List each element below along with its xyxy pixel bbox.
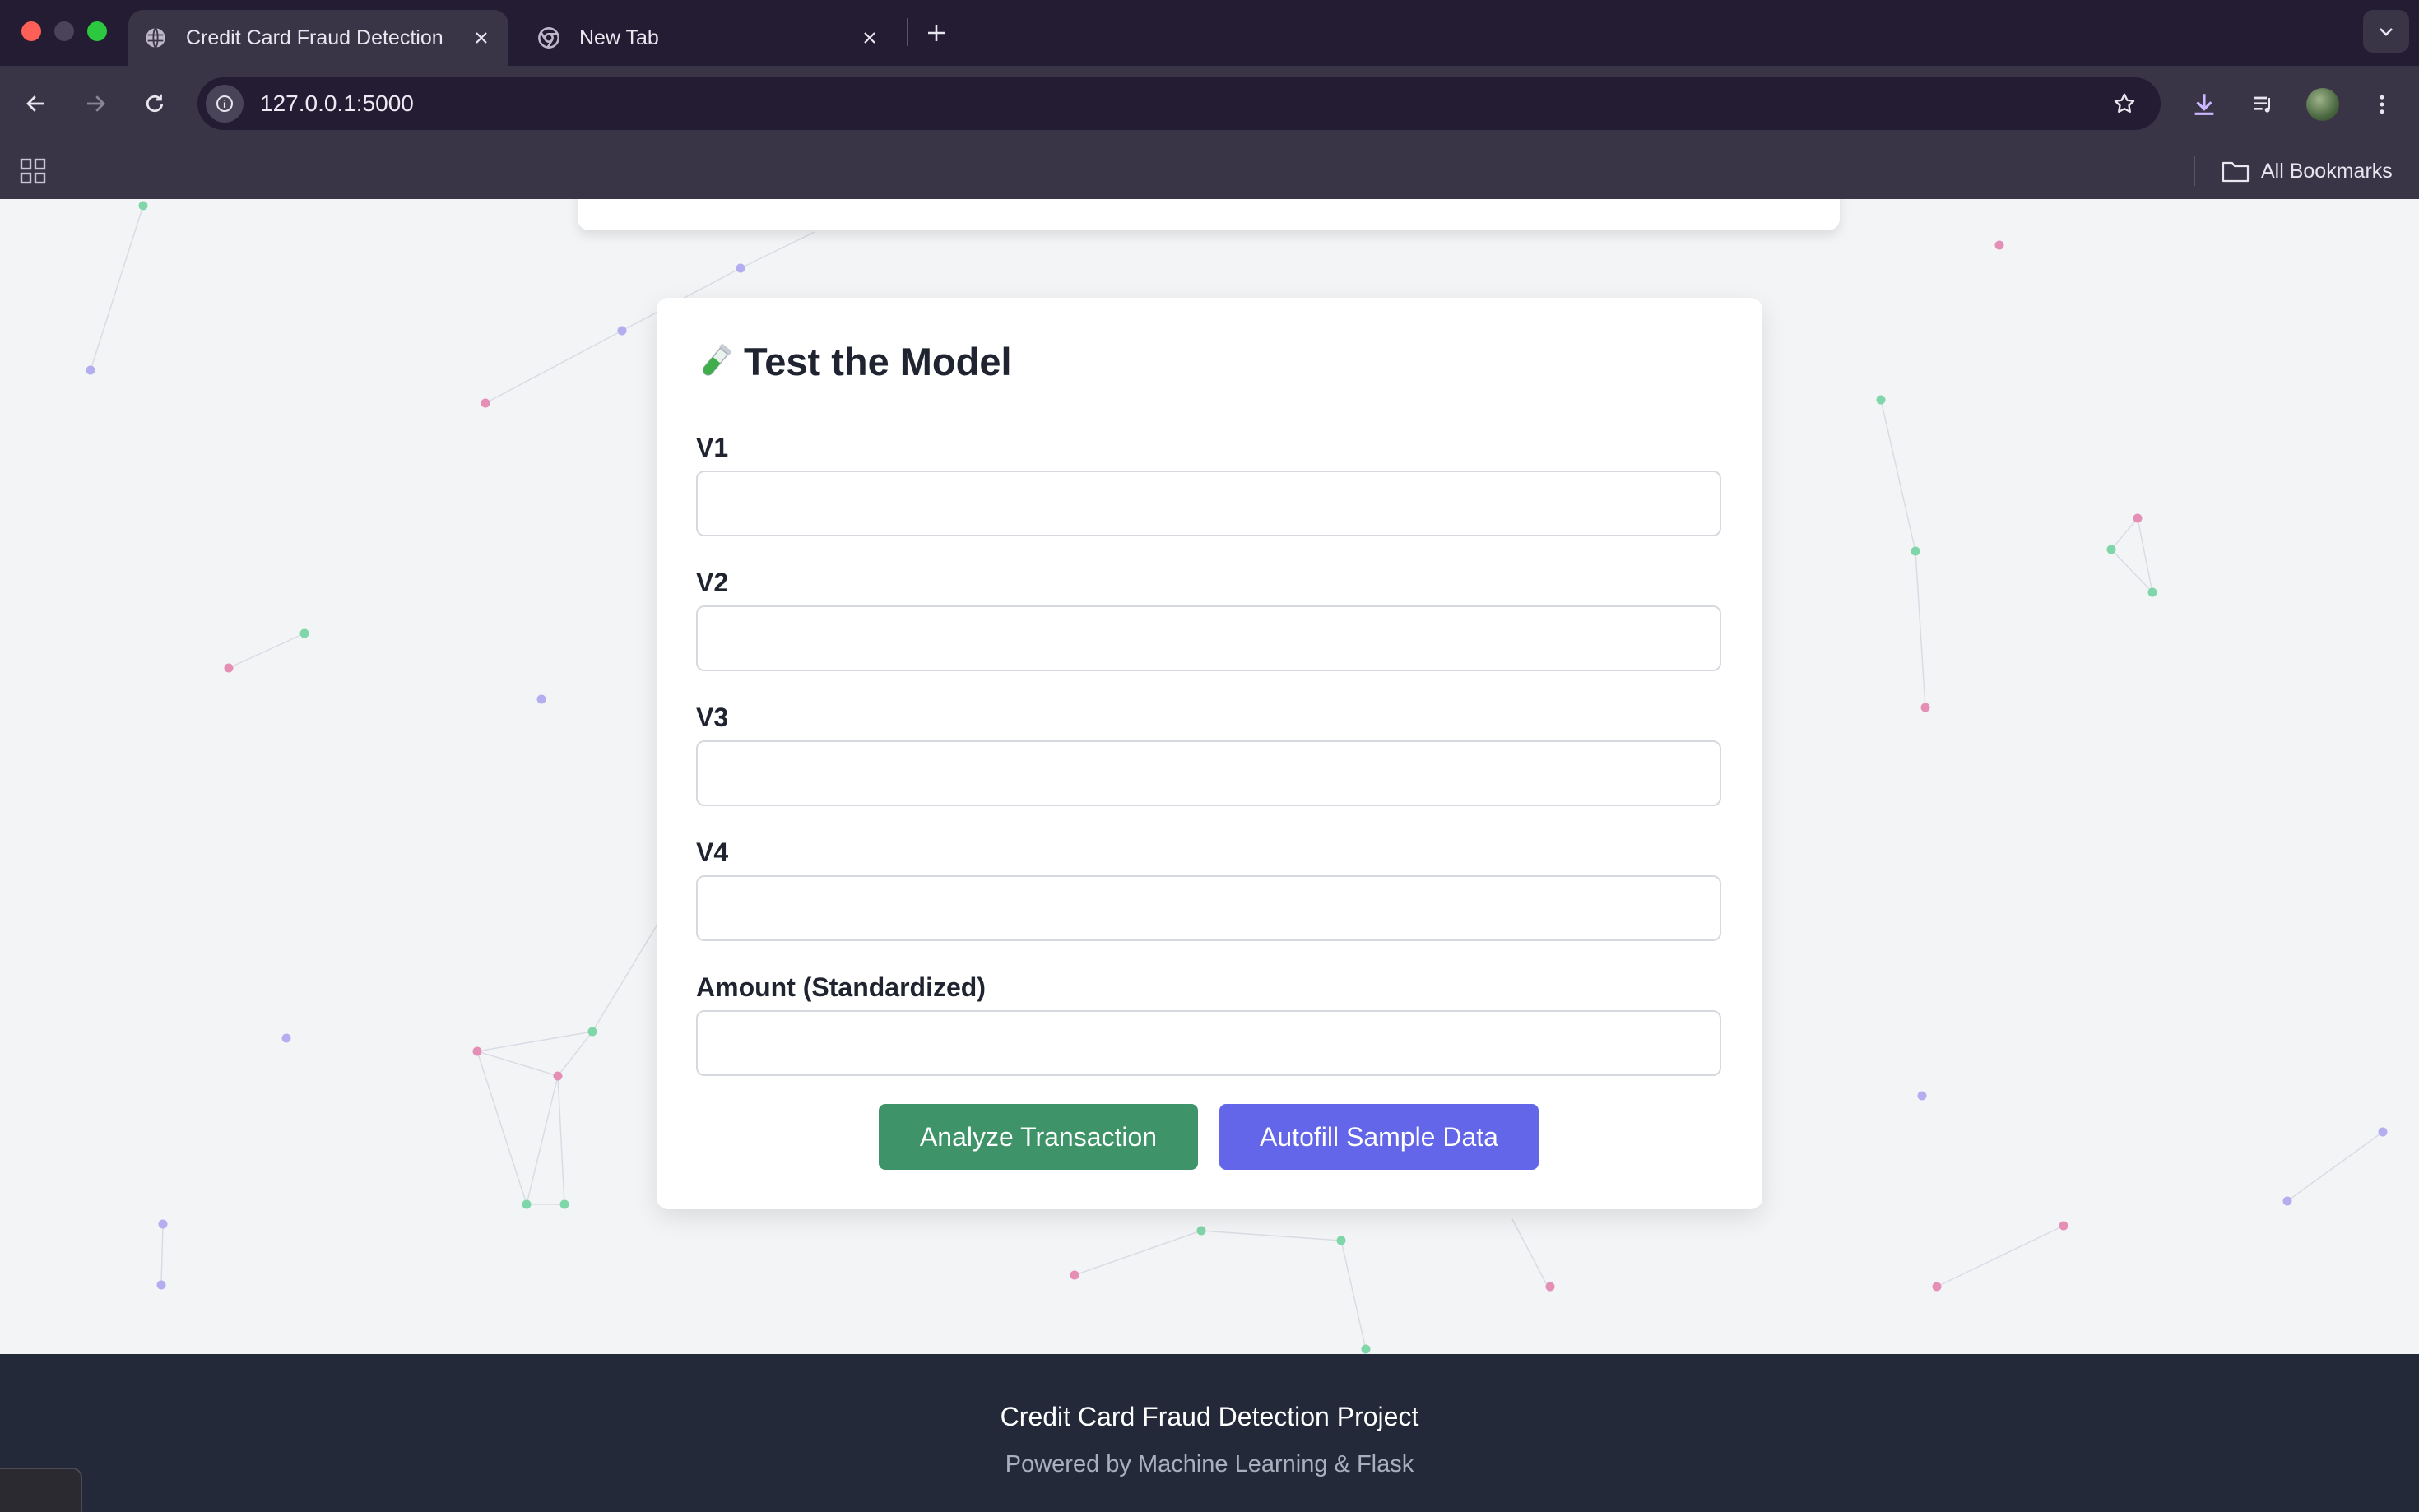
address-url: 127.0.0.1:5000 [260,90,414,116]
tab-credit-card-fraud-detection[interactable]: Credit Card Fraud Detection [128,10,508,66]
page-viewport[interactable]: Test the Model V1 V2 V3 V4 Amount (Stand… [0,199,2419,1512]
amount-input[interactable] [696,1010,1721,1076]
window-maximize-button[interactable] [87,21,107,41]
browser-titlebar: Credit Card Fraud Detection New Tab [0,0,2419,66]
all-bookmarks-button[interactable]: All Bookmarks [2222,155,2393,188]
tab-search-button[interactable] [2363,10,2409,53]
v1-input[interactable] [696,471,1721,536]
more-vertical-icon [2380,95,2384,114]
footer-title: Credit Card Fraud Detection Project [1000,1402,1419,1431]
reload-icon [146,94,164,113]
v2-input[interactable] [696,605,1721,671]
card-title-text: Test the Model [744,340,1012,383]
chevron-down-icon [2380,28,2393,36]
window-close-button[interactable] [21,21,41,41]
bookmarks-divider [2194,156,2195,186]
v4-input[interactable] [696,875,1721,941]
analyze-transaction-button[interactable]: Analyze Transaction [879,1104,1198,1170]
chrome-icon [536,26,561,50]
back-button[interactable] [16,84,56,123]
tab-title: Credit Card Fraud Detection [186,26,443,49]
download-icon [2194,94,2214,115]
bookmark-star-icon[interactable] [2106,86,2143,122]
profile-button[interactable] [2302,84,2343,125]
tab-new-tab[interactable]: New Tab [522,10,897,66]
forward-button[interactable] [76,84,115,123]
v4-label: V4 [696,837,729,867]
all-bookmarks-label: All Bookmarks [2261,159,2393,183]
folder-icon [2222,160,2250,183]
amount-label: Amount (Standardized) [696,972,986,1002]
downloads-button[interactable] [2184,84,2225,125]
v3-label: V3 [696,703,729,732]
browser-toolbar: 127.0.0.1:5000 [0,66,2419,141]
media-controls-button[interactable] [2243,84,2284,125]
corner-popup [0,1468,82,1512]
apps-grid-icon[interactable] [18,156,48,186]
avatar [2306,88,2339,121]
page-title: Test the Model [696,339,1012,384]
footer-subtitle: Powered by Machine Learning & Flask [1005,1451,1414,1477]
v3-input[interactable] [696,740,1721,806]
reload-button[interactable] [135,84,174,123]
autofill-sample-data-button[interactable]: Autofill Sample Data [1219,1104,1539,1170]
window-minimize-button[interactable] [54,21,74,41]
site-info-icon[interactable] [206,85,244,123]
globe-icon [143,26,168,50]
tab-title: New Tab [579,26,659,49]
v2-label: V2 [696,568,729,597]
media-queue-icon [2254,96,2270,113]
v1-label: V1 [696,433,729,462]
tab-divider [907,18,908,46]
back-arrow-icon [26,95,44,112]
bookmarks-bar: All Bookmarks [0,141,2419,199]
previous-section-card [578,199,1840,230]
browser-menu-button[interactable] [2361,84,2403,125]
plus-icon [928,25,945,41]
page-footer: Credit Card Fraud Detection Project Powe… [0,1354,2419,1512]
close-icon[interactable] [856,24,884,52]
test-model-card: Test the Model V1 V2 V3 V4 Amount (Stand… [657,298,1762,1209]
address-bar[interactable]: 127.0.0.1:5000 [197,77,2161,130]
test-tube-icon [696,341,734,383]
new-tab-button[interactable] [920,16,953,49]
forward-arrow-icon [87,95,105,112]
close-icon[interactable] [467,24,495,52]
